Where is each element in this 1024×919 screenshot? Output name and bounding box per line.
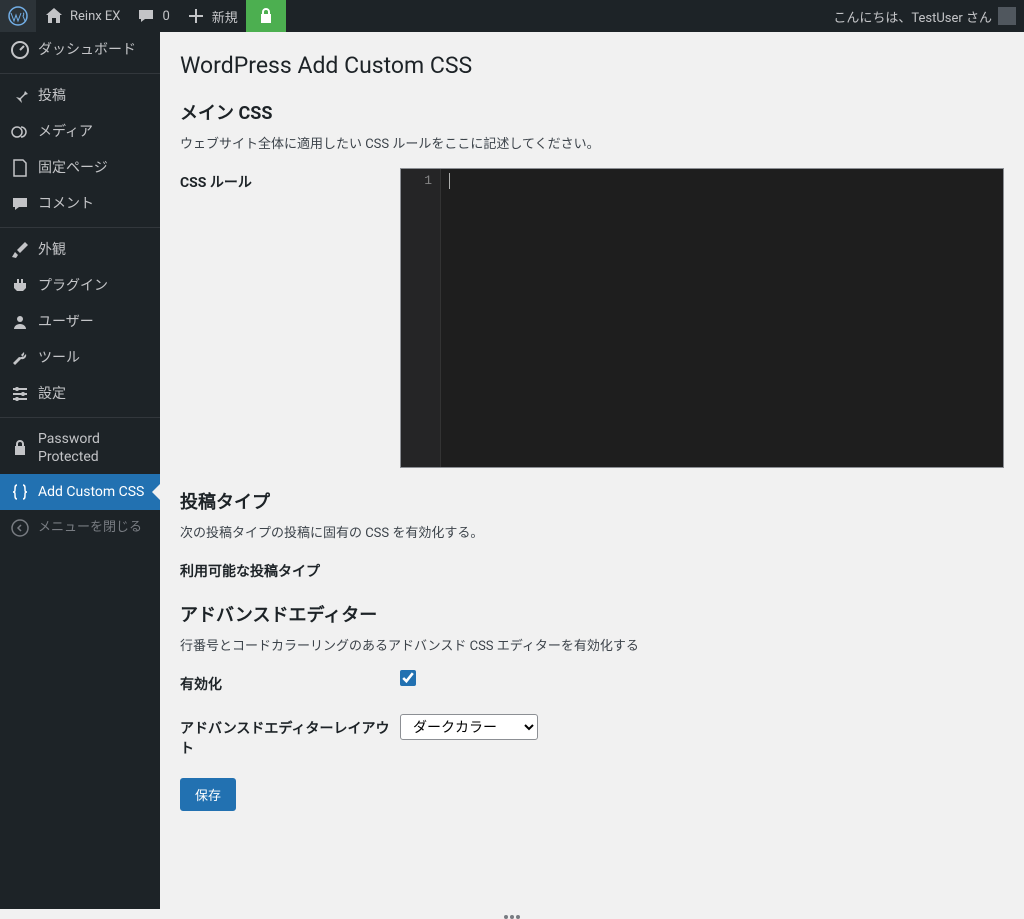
site-link[interactable]: Reinx EX xyxy=(36,0,128,32)
lock-icon xyxy=(10,438,30,458)
sidebar-item-label: 固定ページ xyxy=(38,159,152,177)
wrench-icon xyxy=(10,348,30,368)
editor-gutter: 1 xyxy=(401,169,441,467)
new-label: 新規 xyxy=(212,7,238,26)
sidebar-item-settings[interactable]: 設定 xyxy=(0,376,160,412)
css-rules-label: CSS ルール xyxy=(180,168,400,192)
editor-codearea[interactable] xyxy=(441,169,1003,467)
page-title: WordPress Add Custom CSS xyxy=(180,52,1004,79)
wordpress-icon xyxy=(8,6,28,26)
css-editor[interactable]: 1 xyxy=(400,168,1004,468)
user-greeting[interactable]: こんにちは、TestUser さん xyxy=(833,0,1016,32)
comments-count: 0 xyxy=(162,9,169,24)
comment-icon xyxy=(10,194,30,214)
sidebar-item-appearance[interactable]: 外観 xyxy=(0,232,160,268)
braces-icon xyxy=(10,482,30,502)
sidebar-item-dashboard[interactable]: ダッシュボード xyxy=(0,32,160,68)
line-number: 1 xyxy=(424,173,432,188)
lock-indicator[interactable] xyxy=(246,0,286,32)
brush-icon xyxy=(10,240,30,260)
main-css-heading: メイン CSS xyxy=(180,99,1004,125)
main-css-description: ウェブサイト全体に適用したい CSS ルールをここに記述してください。 xyxy=(180,133,1004,152)
sidebar-item-password-protected[interactable]: Password Protected xyxy=(0,422,160,474)
greeting-text: こんにちは、TestUser さん xyxy=(833,7,992,26)
sidebar-item-label: Password Protected xyxy=(38,430,152,466)
sidebar-item-comments[interactable]: コメント xyxy=(0,186,160,222)
layout-select[interactable]: ダークカラー xyxy=(400,714,538,740)
avatar xyxy=(998,7,1016,25)
sidebar-item-label: 外観 xyxy=(38,241,152,259)
sidebar-item-tools[interactable]: ツール xyxy=(0,340,160,376)
pin-icon xyxy=(10,86,30,106)
layout-label: アドバンスドエディターレイアウト xyxy=(180,714,400,758)
sliders-icon xyxy=(10,384,30,404)
home-icon xyxy=(44,6,64,26)
editor-cursor xyxy=(449,173,450,189)
sidebar-item-label: メニューを閉じる xyxy=(38,520,152,537)
sidebar-item-users[interactable]: ユーザー xyxy=(0,304,160,340)
site-name: Reinx EX xyxy=(70,9,120,24)
sidebar-item-pages[interactable]: 固定ページ xyxy=(0,150,160,186)
editor-resize-handle[interactable] xyxy=(504,915,520,919)
sidebar-item-label: コメント xyxy=(38,195,152,213)
save-button[interactable]: 保存 xyxy=(180,778,236,811)
wp-logo[interactable] xyxy=(0,0,36,32)
sidebar-item-label: メディア xyxy=(38,123,152,141)
users-icon xyxy=(10,312,30,332)
sidebar-item-label: ダッシュボード xyxy=(38,41,152,59)
enable-label: 有効化 xyxy=(180,670,400,694)
plugin-icon xyxy=(10,276,30,296)
sidebar-item-add-custom-css[interactable]: Add Custom CSS xyxy=(0,474,160,510)
sidebar-item-posts[interactable]: 投稿 xyxy=(0,78,160,114)
post-types-description: 次の投稿タイプの投稿に固有の CSS を有効化する。 xyxy=(180,522,1004,541)
page-icon xyxy=(10,158,30,178)
sidebar-item-label: プラグイン xyxy=(38,277,152,295)
enable-checkbox[interactable] xyxy=(400,670,416,686)
collapse-icon xyxy=(10,518,30,538)
new-link[interactable]: 新規 xyxy=(178,0,246,32)
sidebar-item-label: Add Custom CSS xyxy=(38,483,152,501)
available-types-label: 利用可能な投稿タイプ xyxy=(180,557,400,581)
sidebar-item-label: ツール xyxy=(38,349,152,367)
post-types-heading: 投稿タイプ xyxy=(180,488,1004,514)
sidebar-item-plugins[interactable]: プラグイン xyxy=(0,268,160,304)
dashboard-icon xyxy=(10,40,30,60)
sidebar-item-label: ユーザー xyxy=(38,313,152,331)
sidebar-collapse[interactable]: メニューを閉じる xyxy=(0,510,160,546)
plus-icon xyxy=(186,6,206,26)
advanced-editor-description: 行番号とコードカラーリングのあるアドバンスド CSS エディターを有効化する xyxy=(180,635,1004,654)
sidebar-item-label: 投稿 xyxy=(38,87,152,105)
advanced-editor-heading: アドバンスドエディター xyxy=(180,601,1004,627)
comments-link[interactable]: 0 xyxy=(128,0,177,32)
media-icon xyxy=(10,122,30,142)
sidebar-item-media[interactable]: メディア xyxy=(0,114,160,150)
comment-icon xyxy=(136,6,156,26)
sidebar-item-label: 設定 xyxy=(38,385,152,403)
lock-icon xyxy=(256,6,276,26)
